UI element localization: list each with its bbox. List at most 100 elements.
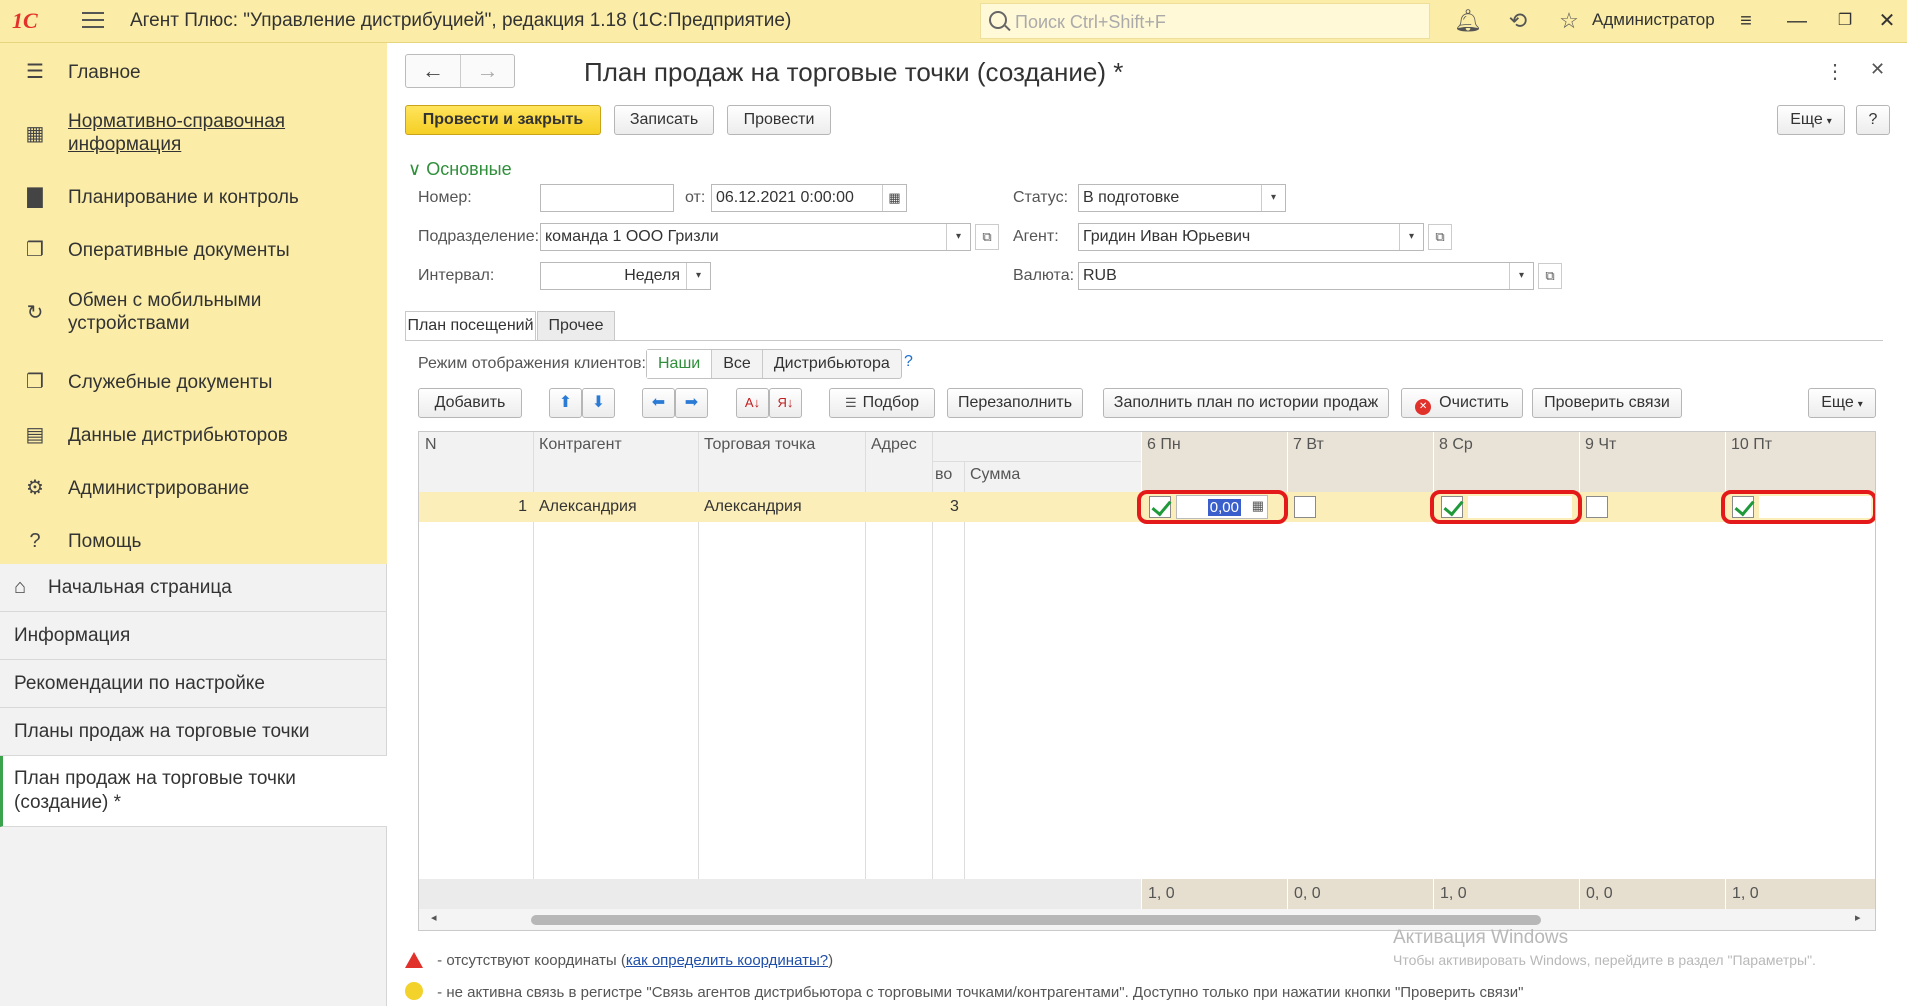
open-currency-icon[interactable]: ⧉ — [1538, 263, 1562, 289]
col-header-day-mon[interactable]: 6 Пн — [1141, 436, 1181, 454]
sidebar-item-help[interactable]: ? Помощь — [0, 528, 387, 554]
division-select[interactable]: команда 1 ООО Гризли ▾ — [540, 223, 971, 251]
header-split — [932, 461, 1141, 462]
status-select[interactable]: В подготовке ▾ — [1078, 184, 1286, 212]
sidebar-item-mobile-exchange[interactable]: ↻ Обмен с мобильными устройствами — [0, 289, 387, 337]
chevron-down-icon[interactable]: ▾ — [1399, 224, 1423, 250]
chevron-down-icon: ∨ — [408, 159, 422, 179]
minimize-icon[interactable]: — — [1782, 8, 1812, 34]
interval-select[interactable]: Неделя ▾ — [540, 262, 711, 290]
bell-icon[interactable]: 🔔︎ — [1454, 8, 1482, 34]
sidebar-item-service[interactable]: ❐ Служебные документы — [0, 369, 387, 395]
post-and-close-button[interactable]: Провести и закрыть — [405, 105, 601, 135]
user-name[interactable]: Администратор — [1592, 10, 1715, 30]
open-window-recommendations[interactable]: Рекомендации по настройке — [0, 660, 387, 708]
mode-all[interactable]: Все — [712, 350, 763, 378]
currency-select[interactable]: RUB ▾ — [1078, 262, 1534, 290]
row-qty[interactable]: 3 — [950, 492, 959, 522]
add-button[interactable]: Добавить — [418, 388, 522, 418]
open-window-label: Рекомендации по настройке — [14, 673, 265, 694]
sidebar-item-reference[interactable]: ▦ Нормативно-справочная информация — [0, 110, 387, 158]
sidebar-item-distributor-data[interactable]: ▤ Данные дистрибьюторов — [0, 422, 387, 448]
table-more-button[interactable]: Еще ▾ — [1808, 388, 1876, 418]
sidebar-item-admin[interactable]: ⚙ Администрирование — [0, 475, 387, 501]
col-header-day-fri[interactable]: 10 Пт — [1725, 436, 1772, 454]
sort-descending-icon[interactable]: Я↓ — [769, 388, 802, 418]
sidebar-item-label: Планирование и контроль — [68, 186, 299, 208]
open-window-info[interactable]: Информация — [0, 612, 387, 660]
sidebar-item-planning[interactable]: ▇ Планирование и контроль — [0, 184, 387, 210]
how-to-coordinates-link[interactable]: как определить координаты? — [626, 952, 828, 969]
move-left-icon[interactable]: ⬅ — [642, 388, 675, 418]
day-tue-checkbox[interactable] — [1294, 496, 1316, 518]
note-no-coordinates: - отсутствуют координаты (как определить… — [405, 952, 833, 969]
fill-history-button[interactable]: Заполнить план по истории продаж — [1103, 388, 1389, 418]
row-outlet[interactable]: Александрия — [704, 492, 802, 522]
open-window-label: План продаж на торговые точки (создание)… — [14, 768, 296, 813]
check-links-button[interactable]: Проверить связи — [1532, 388, 1682, 418]
mode-ours[interactable]: Наши — [647, 350, 713, 378]
history-icon[interactable]: ⟲ — [1505, 8, 1531, 34]
scrollbar-thumb[interactable] — [531, 915, 1541, 925]
restore-icon[interactable]: ❐ — [1830, 8, 1860, 34]
display-mode-label: Режим отображения клиентов: — [418, 355, 646, 372]
calendar-icon[interactable]: ▦ — [882, 185, 906, 211]
col-header-day-tue[interactable]: 7 Вт — [1287, 436, 1324, 454]
move-right-icon[interactable]: ➡ — [675, 388, 708, 418]
move-up-icon[interactable]: ⬆ — [549, 388, 582, 418]
more-button[interactable]: Еще ▾ — [1777, 105, 1845, 135]
open-window-sales-plans[interactable]: Планы продаж на торговые точки — [0, 708, 387, 756]
more-actions-icon[interactable]: ⋮ — [1825, 59, 1845, 84]
sidebar-item-label: Помощь — [68, 530, 142, 552]
refill-button[interactable]: Перезаполнить — [947, 388, 1083, 418]
post-button[interactable]: Провести — [727, 105, 831, 135]
chevron-down-icon[interactable]: ▾ — [946, 224, 970, 250]
col-header-address[interactable]: Адрес — [865, 436, 917, 454]
sort-ascending-icon[interactable]: A↓ — [736, 388, 769, 418]
close-window-icon[interactable]: ✕ — [1872, 8, 1902, 34]
back-arrow-icon[interactable]: ← — [406, 55, 460, 87]
row-counterparty[interactable]: Александрия — [539, 492, 637, 522]
chevron-down-icon[interactable]: ▾ — [1261, 185, 1285, 211]
sidebar: ☰ Главное ▦ Нормативно-справочная информ… — [0, 43, 387, 1006]
mode-distributor[interactable]: Дистрибьютора — [763, 350, 901, 378]
move-down-icon[interactable]: ⬇ — [582, 388, 615, 418]
col-header-qty[interactable]: во — [929, 466, 952, 484]
chevron-down-icon[interactable]: ▾ — [686, 263, 710, 289]
scroll-right-icon[interactable]: ▸ — [1855, 911, 1861, 924]
col-header-counterparty[interactable]: Контрагент — [533, 436, 622, 454]
main-menu-icon[interactable] — [82, 12, 104, 30]
open-window-home[interactable]: ⌂ Начальная страница — [0, 564, 387, 612]
save-button[interactable]: Записать — [614, 105, 714, 135]
col-header-sum[interactable]: Сумма — [964, 466, 1020, 484]
number-field[interactable] — [540, 184, 674, 212]
close-form-icon[interactable]: ✕ — [1870, 59, 1885, 80]
date-field[interactable]: 06.12.2021 0:00:00 ▦ — [711, 184, 907, 212]
tab-visit-plan[interactable]: План посещений — [405, 311, 536, 341]
open-window-current-form[interactable]: План продаж на торговые точки (создание)… — [0, 756, 387, 827]
display-mode-help[interactable]: ? — [904, 353, 913, 371]
col-header-day-wed[interactable]: 8 Ср — [1433, 436, 1473, 454]
open-division-icon[interactable]: ⧉ — [975, 224, 999, 250]
scroll-left-icon[interactable]: ◂ — [431, 911, 437, 924]
app-header: 1С Агент Плюс: "Управление дистрибуцией"… — [0, 0, 1907, 43]
search-input[interactable]: Поиск Ctrl+Shift+F — [980, 3, 1430, 39]
help-button[interactable]: ? — [1856, 105, 1890, 135]
clear-button[interactable]: ✕ Очистить — [1401, 388, 1523, 418]
horizontal-scrollbar[interactable]: ◂ ▸ — [419, 909, 1875, 930]
group-header-main[interactable]: ∨ Основные — [408, 159, 512, 180]
forward-arrow-icon[interactable]: → — [459, 55, 514, 87]
star-icon[interactable]: ☆ — [1556, 8, 1582, 34]
col-header-day-thu[interactable]: 9 Чт — [1579, 436, 1616, 454]
tab-other[interactable]: Прочее — [537, 311, 615, 341]
day-thu-checkbox[interactable] — [1586, 496, 1608, 518]
settings-menu-icon[interactable]: ≡ — [1731, 8, 1761, 34]
sidebar-item-operational[interactable]: ❐ Оперативные документы — [0, 237, 387, 263]
pick-button[interactable]: ☰ Подбор — [829, 388, 935, 418]
sidebar-item-main[interactable]: ☰ Главное — [0, 59, 387, 85]
agent-select[interactable]: Гридин Иван Юрьевич ▾ — [1078, 223, 1424, 251]
col-header-outlet[interactable]: Торговая точка — [698, 436, 815, 454]
col-header-n[interactable]: N — [419, 436, 437, 454]
open-agent-icon[interactable]: ⧉ — [1428, 224, 1452, 250]
chevron-down-icon[interactable]: ▾ — [1509, 263, 1533, 289]
